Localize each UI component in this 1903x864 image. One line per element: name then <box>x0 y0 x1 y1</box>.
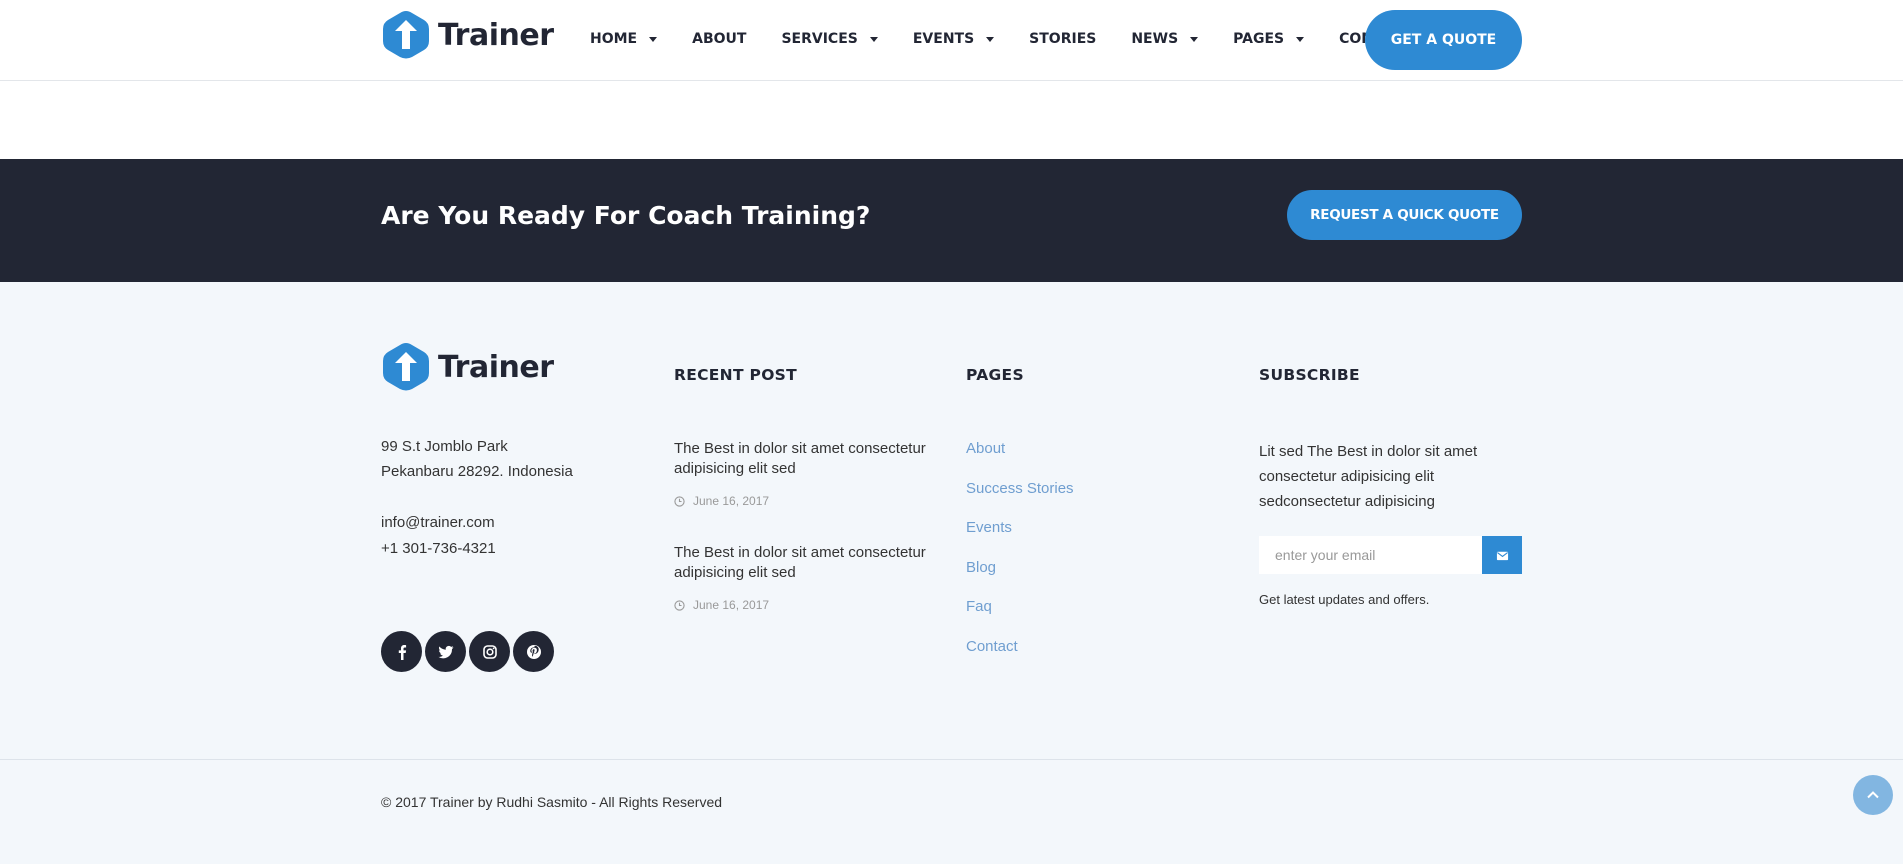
recent-post-item: The Best in dolor sit amet consectetur a… <box>674 439 934 508</box>
subscribe-form <box>1259 536 1522 574</box>
footer-link-about[interactable]: About <box>966 439 1074 479</box>
copyright-text: © 2017 Trainer by Rudhi Sasmito - All Ri… <box>381 794 723 810</box>
trainer-logo-icon <box>383 343 429 391</box>
nav-label: HOME <box>590 31 638 47</box>
social-twitter[interactable] <box>425 631 466 672</box>
subscribe-note: Get latest updates and offers. <box>1259 592 1430 607</box>
pages-title: PAGES <box>966 366 1024 384</box>
site-footer: Trainer 99 S.t Jomblo Park Pekanbaru 282… <box>0 282 1903 760</box>
pages-list: About Success Stories Events Blog Faq Co… <box>966 439 1074 677</box>
nav-label: NEWS <box>1131 31 1179 47</box>
request-quick-quote-button[interactable]: REQUEST A QUICK QUOTE <box>1287 190 1522 240</box>
caret-down-icon <box>869 36 878 42</box>
instagram-icon <box>482 644 497 659</box>
back-to-top-button[interactable] <box>1853 775 1893 815</box>
site-header: Trainer HOME ABOUT SERVICES EVENTS STORI… <box>0 0 1903 81</box>
footer-link-success-stories[interactable]: Success Stories <box>966 479 1074 519</box>
subscribe-submit-button[interactable] <box>1482 536 1522 574</box>
twitter-icon <box>437 645 453 658</box>
caret-down-icon <box>986 36 995 42</box>
facebook-icon <box>398 644 406 660</box>
footer-link-events[interactable]: Events <box>966 518 1074 558</box>
subscribe-email-input[interactable] <box>1259 536 1482 574</box>
nav-item-about[interactable]: ABOUT <box>692 31 746 47</box>
social-facebook[interactable] <box>381 631 422 672</box>
social-pinterest[interactable] <box>513 631 554 672</box>
trainer-logo-icon <box>383 11 429 59</box>
subscribe-text: Lit sed The Best in dolor sit amet conse… <box>1259 443 1478 510</box>
header-logo[interactable]: Trainer <box>381 9 554 61</box>
recent-post-date: June 16, 2017 <box>674 598 934 612</box>
nav-item-stories[interactable]: STORIES <box>1029 31 1096 47</box>
footer-contact: info@trainer.com +1 301-736-4321 <box>381 510 496 562</box>
nav-item-services[interactable]: SERVICES <box>781 31 878 47</box>
nav-label: STORIES <box>1029 31 1097 47</box>
chevron-up-icon <box>1867 791 1879 799</box>
cta-title: Are You Ready For Coach Training? <box>381 201 871 230</box>
address-line: 99 S.t Jomblo Park <box>381 438 508 455</box>
pinterest-icon <box>526 644 541 659</box>
caret-down-icon <box>1296 36 1305 42</box>
nav-label: SERVICES <box>781 31 858 47</box>
social-instagram[interactable] <box>469 631 510 672</box>
nav-item-news[interactable]: NEWS <box>1131 31 1199 47</box>
get-a-quote-button[interactable]: GET A QUOTE <box>1365 10 1522 70</box>
nav-item-events[interactable]: EVENTS <box>912 31 995 47</box>
footer-email[interactable]: info@trainer.com <box>381 510 496 536</box>
caret-down-icon <box>1190 36 1199 42</box>
nav-item-home[interactable]: HOME <box>590 31 658 47</box>
social-links <box>381 631 557 672</box>
clock-icon <box>674 495 685 507</box>
recent-post-link[interactable]: The Best in dolor sit amet consectetur a… <box>674 543 934 583</box>
recent-post-title: RECENT POST <box>674 366 798 384</box>
recent-post-date: June 16, 2017 <box>674 494 934 508</box>
main-nav: HOME ABOUT SERVICES EVENTS STORIES NEWS … <box>590 28 1447 50</box>
footer-link-contact[interactable]: Contact <box>966 637 1074 677</box>
nav-label: ABOUT <box>692 31 747 47</box>
subscribe-title: SUBSCRIBE <box>1259 366 1360 384</box>
cta-band: Are You Ready For Coach Training? REQUES… <box>0 159 1903 282</box>
header-brand-name: Trainer <box>438 17 554 53</box>
footer-link-blog[interactable]: Blog <box>966 558 1074 598</box>
address-line: Pekanbaru 28292. Indonesia <box>381 463 573 480</box>
nav-label: PAGES <box>1233 31 1285 47</box>
post-date-text: June 16, 2017 <box>693 598 770 612</box>
envelope-icon <box>1496 551 1508 560</box>
nav-item-pages[interactable]: PAGES <box>1233 31 1305 47</box>
footer-address: 99 S.t Jomblo Park Pekanbaru 28292. Indo… <box>381 434 573 484</box>
recent-post-item: The Best in dolor sit amet consectetur a… <box>674 543 934 612</box>
post-date-text: June 16, 2017 <box>693 494 770 508</box>
footer-phone[interactable]: +1 301-736-4321 <box>381 536 496 562</box>
footer-link-faq[interactable]: Faq <box>966 597 1074 637</box>
footer-logo[interactable]: Trainer <box>381 341 554 393</box>
recent-post-link[interactable]: The Best in dolor sit amet consectetur a… <box>674 439 934 479</box>
footer-brand-name: Trainer <box>438 349 554 385</box>
header-spacer <box>0 81 1903 159</box>
nav-label: EVENTS <box>912 31 975 47</box>
clock-icon <box>674 599 685 611</box>
caret-down-icon <box>649 36 658 42</box>
